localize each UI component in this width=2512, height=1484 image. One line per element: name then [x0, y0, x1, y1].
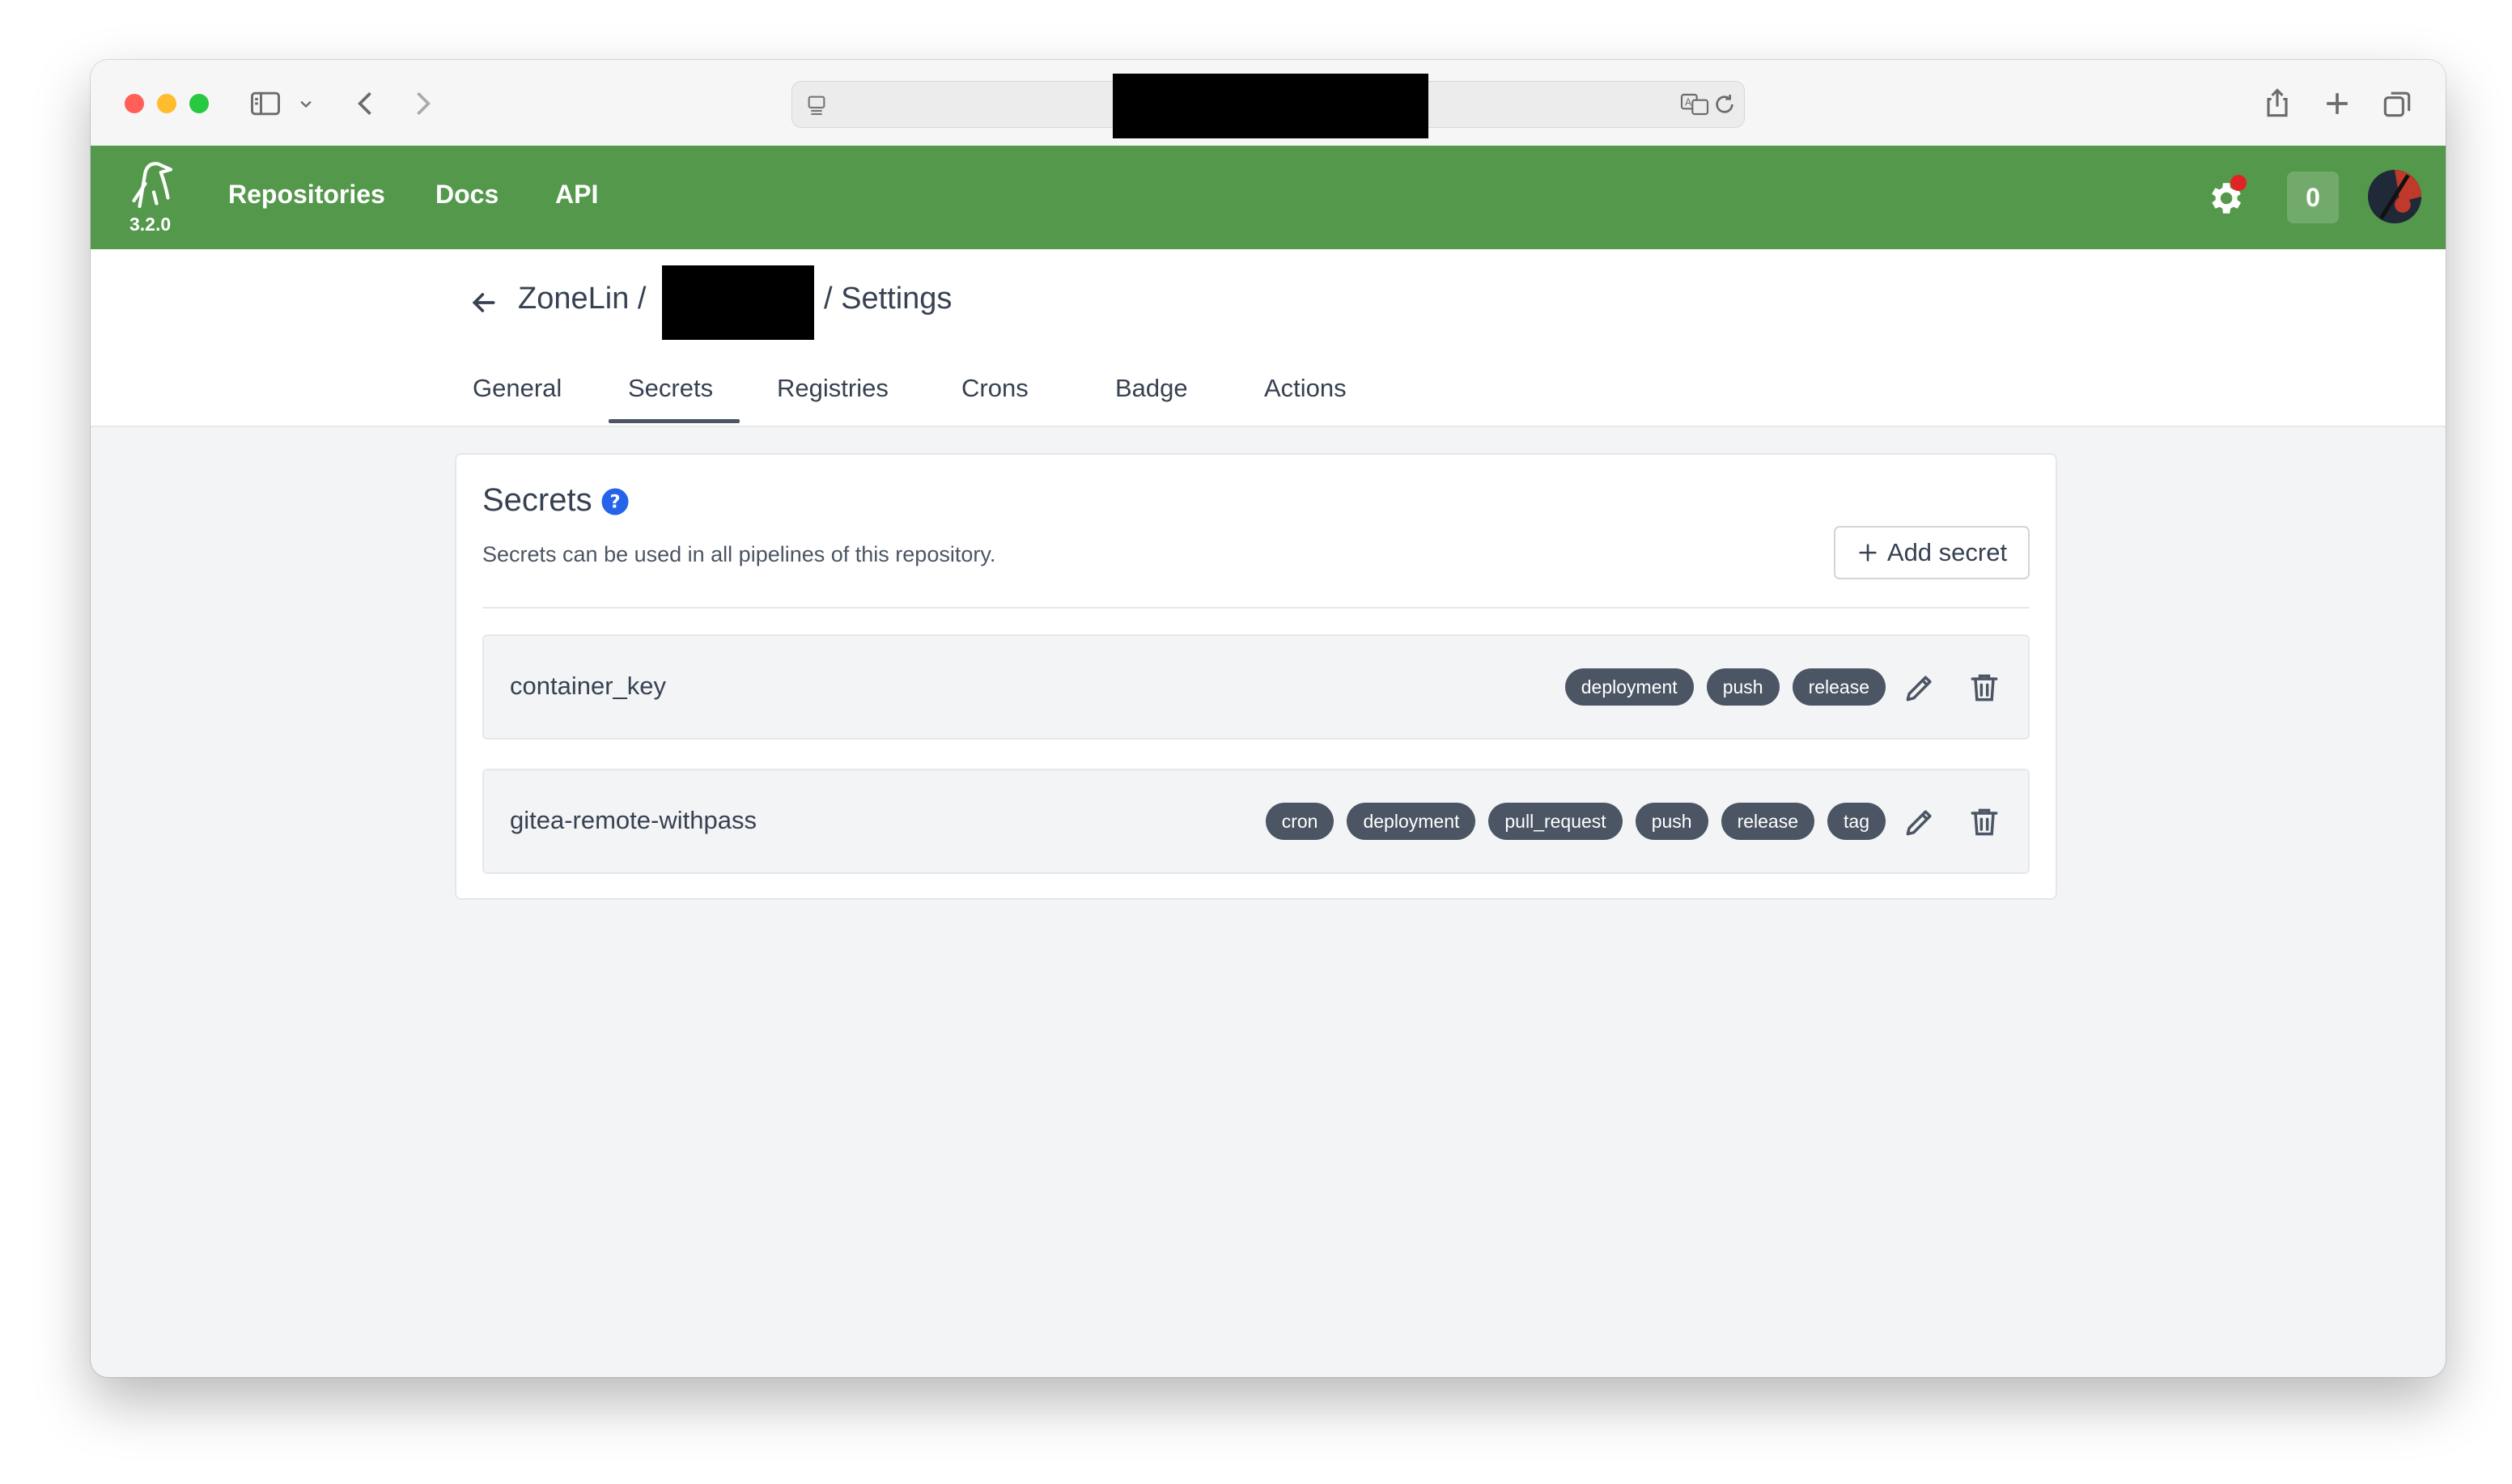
active-tab-indicator	[609, 419, 740, 423]
redacted-repo-name	[662, 265, 814, 340]
list-item: container_key deployment push release	[482, 634, 2030, 740]
event-badges: deployment push release	[1564, 668, 1886, 706]
pencil-icon[interactable]	[1902, 670, 1937, 706]
plus-icon	[1856, 541, 1879, 564]
add-secret-button[interactable]: Add secret	[1834, 526, 2030, 579]
event-badge: release	[1792, 668, 1886, 706]
reload-icon[interactable]	[1712, 91, 1738, 117]
event-badge: pull_request	[1488, 803, 1623, 840]
tab-secrets[interactable]: Secrets	[628, 374, 713, 403]
browser-window: A 3.2.0 Repositories Docs API 0 ZoneLin …	[91, 60, 2446, 1377]
breadcrumb-settings: / Settings	[824, 282, 953, 316]
tab-general[interactable]: General	[473, 374, 562, 403]
svg-text:A: A	[1685, 96, 1692, 108]
tab-overview-icon[interactable]	[2379, 86, 2415, 121]
minimize-window-button[interactable]	[157, 94, 176, 113]
trash-icon[interactable]	[1967, 670, 2002, 706]
share-icon[interactable]	[2260, 86, 2295, 121]
svg-text:?: ?	[609, 492, 620, 513]
event-badge: deployment	[1347, 803, 1476, 840]
tab-crons[interactable]: Crons	[961, 374, 1029, 403]
event-badge: release	[1721, 803, 1815, 840]
add-secret-label: Add secret	[1886, 538, 2008, 566]
repo-header: ZoneLin / / Settings General Secrets Reg…	[91, 249, 2446, 427]
page-icon	[804, 91, 830, 117]
nav-api[interactable]: API	[555, 180, 598, 210]
tab-actions[interactable]: Actions	[1264, 374, 1347, 403]
redacted-url	[1113, 74, 1428, 138]
avatar[interactable]	[2368, 170, 2421, 223]
tab-badge[interactable]: Badge	[1115, 374, 1188, 403]
nav-docs[interactable]: Docs	[435, 180, 499, 210]
browser-toolbar: A	[91, 60, 2446, 146]
app-version: 3.2.0	[129, 214, 172, 235]
secret-name: gitea-remote-withpass	[510, 806, 757, 834]
question-circle-icon[interactable]: ?	[600, 487, 630, 516]
event-badge: deployment	[1564, 668, 1694, 706]
secret-name: container_key	[510, 672, 667, 700]
panel-description: Secrets can be used in all pipelines of …	[482, 542, 996, 566]
arrow-left-icon[interactable]	[468, 286, 500, 319]
trash-icon[interactable]	[1967, 804, 2002, 840]
event-badge: push	[1635, 803, 1708, 840]
forward-nav-icon[interactable]	[405, 86, 440, 121]
top-navbar: 3.2.0 Repositories Docs API 0	[91, 146, 2446, 249]
tab-registries[interactable]: Registries	[777, 374, 889, 403]
event-badge: cron	[1265, 803, 1334, 840]
nav-repositories[interactable]: Repositories	[228, 180, 385, 210]
breadcrumb-owner[interactable]: ZoneLin /	[518, 282, 646, 316]
sidebar-toggle-icon[interactable]	[248, 86, 283, 121]
pencil-icon[interactable]	[1902, 804, 1937, 840]
list-item: gitea-remote-withpass cron deployment pu…	[482, 769, 2030, 874]
event-badge: tag	[1827, 803, 1886, 840]
event-badges: cron deployment pull_request push releas…	[1265, 803, 1886, 840]
back-nav-icon[interactable]	[348, 86, 384, 121]
close-window-button[interactable]	[125, 94, 144, 113]
zoom-window-button[interactable]	[189, 94, 209, 113]
divider	[482, 607, 2030, 608]
chevron-down-icon[interactable]	[295, 86, 317, 121]
panel-title: Secrets	[482, 482, 592, 518]
new-tab-icon[interactable]	[2319, 86, 2355, 121]
translate-icon[interactable]: A	[1679, 91, 1710, 117]
secrets-panel: Secrets ? Secrets can be used in all pip…	[455, 453, 2057, 900]
pipeline-counter[interactable]: 0	[2287, 172, 2339, 223]
notification-dot	[2230, 175, 2247, 191]
address-bar[interactable]: A	[791, 74, 1745, 138]
event-badge: push	[1706, 668, 1780, 706]
